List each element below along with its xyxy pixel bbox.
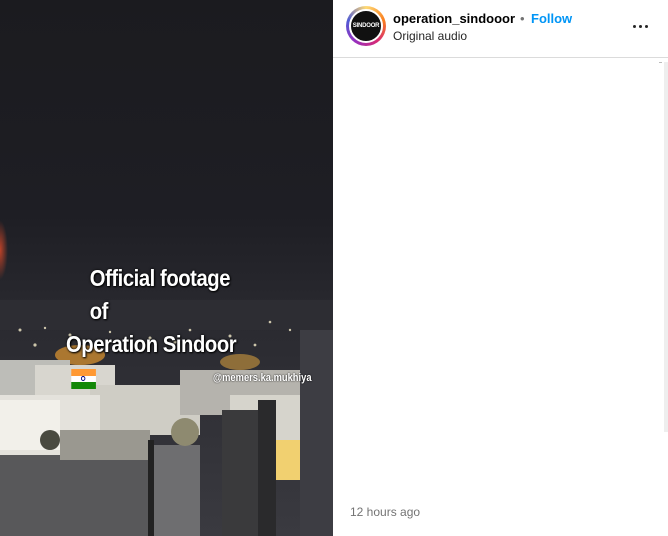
avatar-story-ring[interactable]: SINDOOR <box>346 6 386 46</box>
video-watermark: @memers.ka.mukhiya <box>213 372 312 384</box>
separator-dot: • <box>520 11 525 26</box>
avatar-logo-text: SINDOOR <box>352 23 380 29</box>
sky-glow <box>0 220 8 280</box>
more-options-icon[interactable] <box>630 16 650 36</box>
post-header: SINDOOR operation_sindooor • Follow Orig… <box>333 0 668 58</box>
username-link[interactable]: operation_sindooor <box>393 11 515 26</box>
video-player[interactable]: Official footage of Operation Sindoor @m… <box>0 0 333 536</box>
post-timestamp[interactable]: 12 hours ago <box>350 505 420 519</box>
caption-line-1: Official footage of <box>89 265 231 324</box>
scrollbar-marker <box>659 62 662 63</box>
caption-line-2: Operation Sindoor <box>66 331 237 357</box>
comments-area[interactable] <box>333 58 668 488</box>
audio-link[interactable]: Original audio <box>393 29 467 43</box>
avatar[interactable]: SINDOOR <box>349 9 383 43</box>
follow-button[interactable]: Follow <box>531 11 572 26</box>
india-flag-icon <box>71 368 96 389</box>
scrollbar[interactable] <box>664 62 668 432</box>
post-viewer: Official footage of Operation Sindoor @m… <box>0 0 668 536</box>
